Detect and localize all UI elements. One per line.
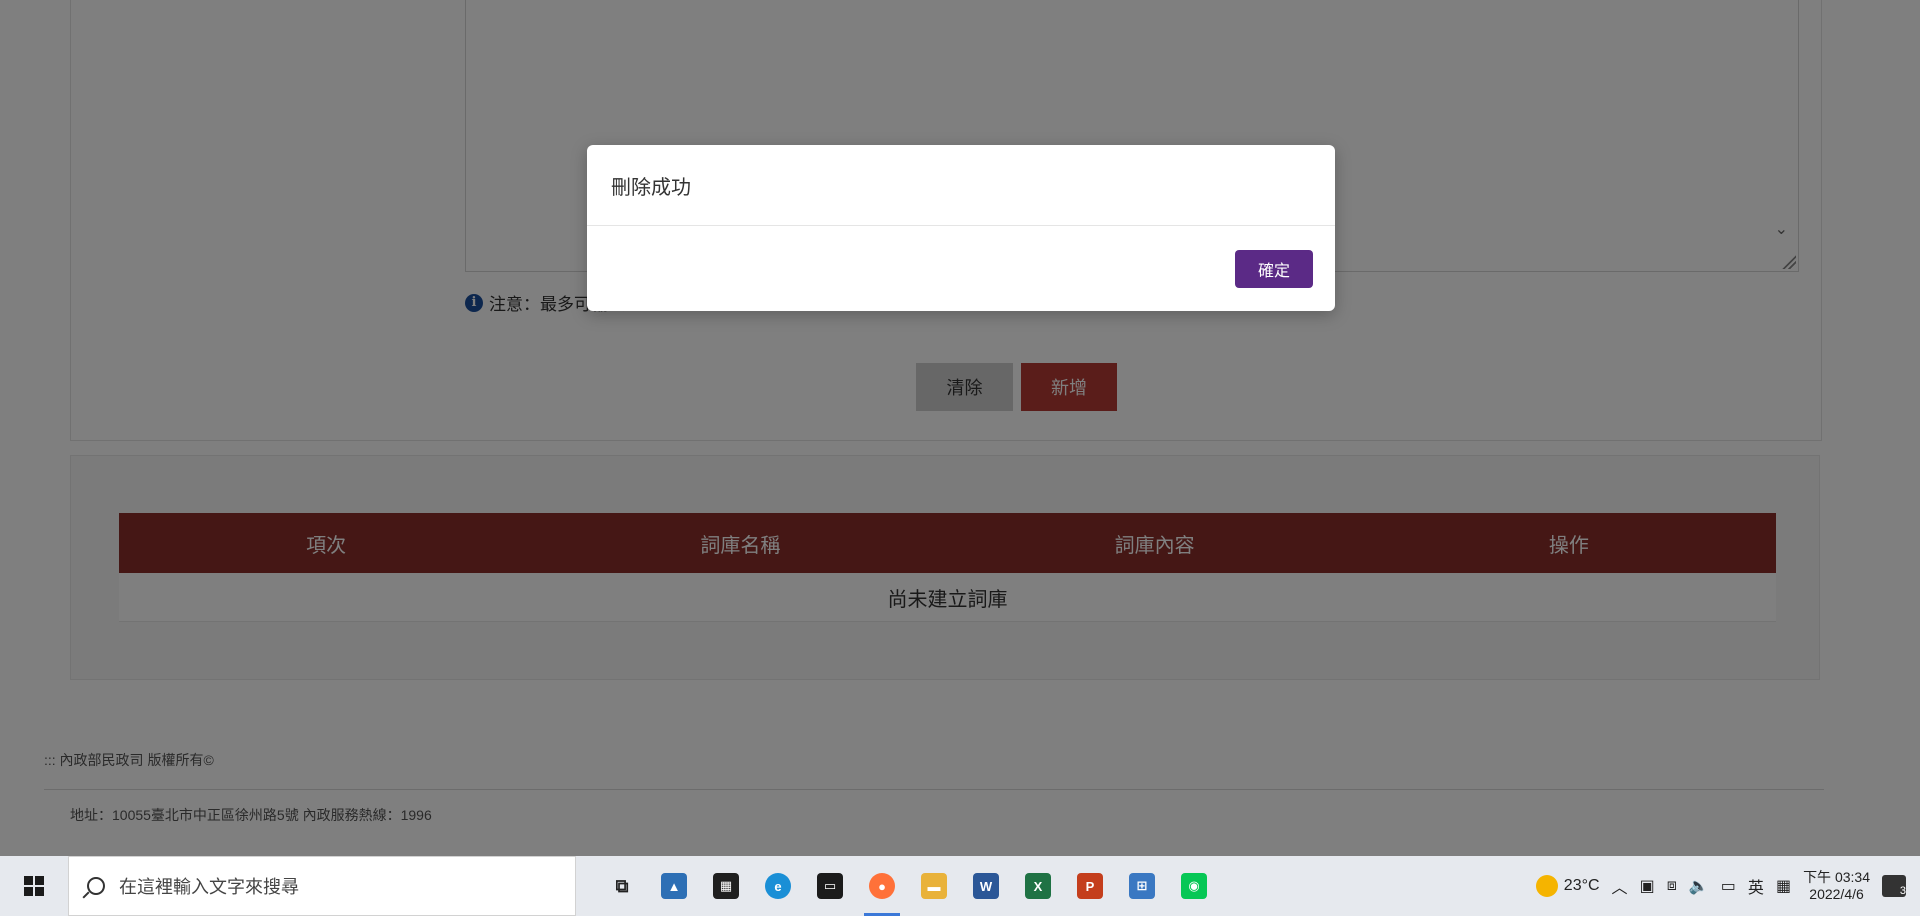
network-icon[interactable]: ▣ xyxy=(1640,876,1655,896)
system-tray: 23°C ︿ ▣ ⧈ 🔈 ▭ 英 ▦ 下午 03:34 2022/4/6 3 xyxy=(1535,869,1920,903)
clock-date: 2022/4/6 xyxy=(1809,886,1864,902)
terminal-icon[interactable]: ▭ xyxy=(804,856,856,916)
windows-taskbar: 在這裡輸入文字來搜尋 ⧉ ▲ ▦ e ▭ ● ▬ W X P ⊞ ◉ 23°C … xyxy=(0,856,1920,916)
sun-icon xyxy=(1535,875,1558,897)
line-icon[interactable]: ◉ xyxy=(1168,856,1220,916)
chevron-up-icon[interactable]: ︿ xyxy=(1612,874,1628,898)
weather-widget[interactable]: 23°C xyxy=(1535,875,1600,897)
pinned-apps: ⧉ ▲ ▦ e ▭ ● ▬ W X P ⊞ ◉ xyxy=(596,856,1220,916)
taskbar-search[interactable]: 在這裡輸入文字來搜尋 xyxy=(68,856,576,916)
volume-icon[interactable]: 🔈 xyxy=(1689,876,1709,896)
keyboard-icon[interactable]: ▦ xyxy=(1776,876,1791,896)
edge-icon[interactable]: e xyxy=(752,856,804,916)
battery-icon[interactable]: ▭ xyxy=(1721,876,1736,896)
firefox-icon[interactable]: ● xyxy=(856,856,908,916)
notification-count: 3 xyxy=(1899,885,1906,897)
search-placeholder: 在這裡輸入文字來搜尋 xyxy=(119,877,299,897)
notification-icon[interactable]: 3 xyxy=(1882,875,1906,897)
store-icon[interactable]: ▦ xyxy=(700,856,752,916)
task-view-icon[interactable]: ⧉ xyxy=(596,856,648,916)
weather-temp: 23°C xyxy=(1563,877,1600,894)
dialog-message: 刪除成功 xyxy=(587,145,1335,226)
powerpoint-icon[interactable]: P xyxy=(1064,856,1116,916)
word-icon[interactable]: W xyxy=(960,856,1012,916)
ime-indicator[interactable]: 英 xyxy=(1748,874,1764,898)
network-app-icon[interactable]: ⊞ xyxy=(1116,856,1168,916)
ok-button[interactable]: 確定 xyxy=(1235,249,1313,288)
dialog-footer: 確定 xyxy=(587,226,1335,311)
app-icon[interactable]: ▲ xyxy=(648,856,700,916)
taskbar-clock[interactable]: 下午 03:34 2022/4/6 xyxy=(1803,869,1870,903)
alert-dialog: 刪除成功 確定 xyxy=(587,145,1335,311)
modal-backdrop[interactable] xyxy=(0,0,1920,856)
display-icon[interactable]: ⧈ xyxy=(1667,877,1677,895)
start-button[interactable] xyxy=(0,856,68,916)
excel-icon[interactable]: X xyxy=(1012,856,1064,916)
search-icon xyxy=(87,877,105,895)
windows-logo-icon xyxy=(24,876,44,896)
file-explorer-icon[interactable]: ▬ xyxy=(908,856,960,916)
clock-time: 下午 03:34 xyxy=(1803,869,1870,885)
